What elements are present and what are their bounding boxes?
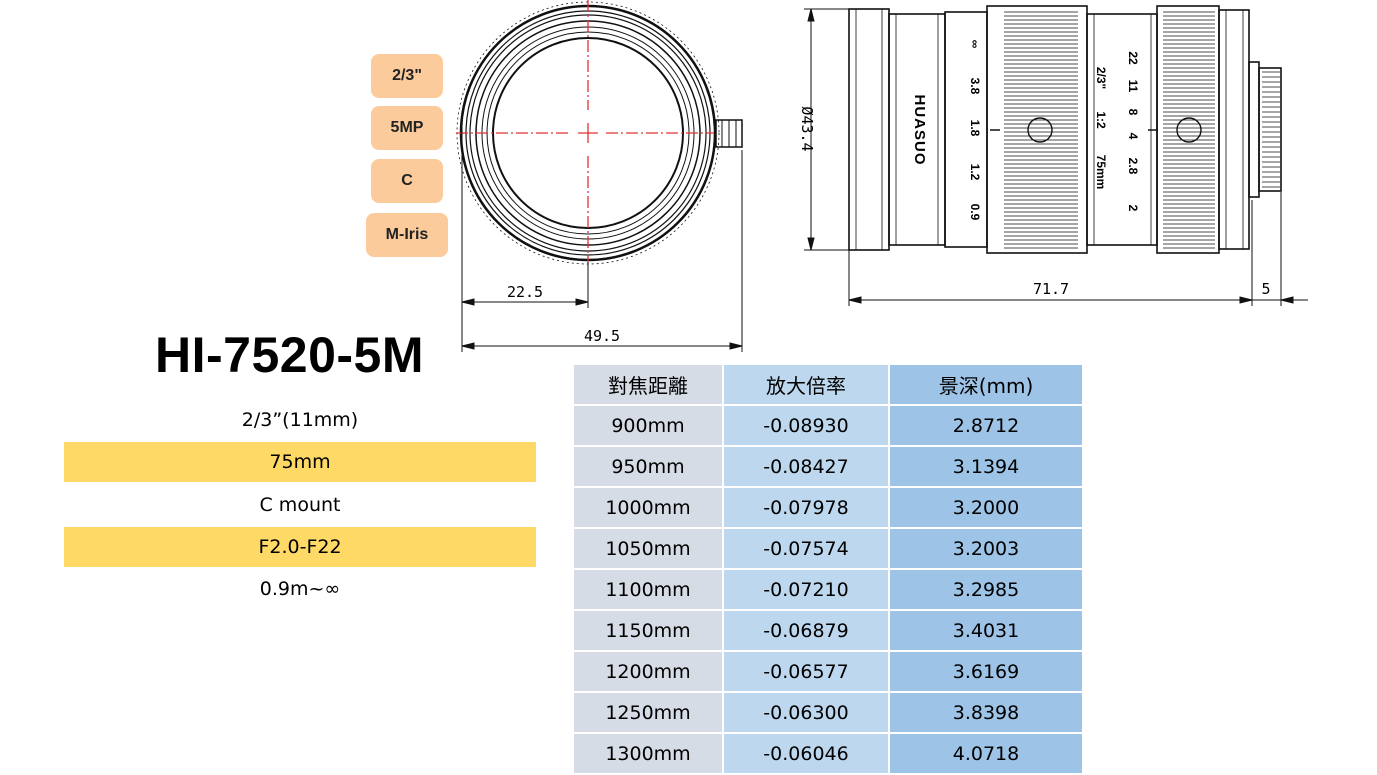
cell-magnification: -0.07210	[724, 570, 888, 609]
model-title: HI-7520-5M	[155, 327, 424, 383]
focus-scale-mark: 0.9	[968, 204, 982, 221]
aperture-scale-mark: 11	[1126, 80, 1140, 93]
spec-mount: C mount	[259, 494, 341, 516]
focus-scale-mark: 1.8	[968, 120, 982, 137]
table-row: 1100mm -0.07210 3.2985	[574, 570, 1082, 609]
aperture-scale-mark: 2.8	[1126, 158, 1140, 175]
cell-depth-of-field: 3.2003	[890, 529, 1082, 568]
tag-resolution: 5MP	[371, 106, 443, 150]
focus-scale-mark: ∞	[968, 40, 982, 49]
table-row: 1250mm -0.06300 3.8398	[574, 693, 1082, 732]
cell-depth-of-field: 3.4031	[890, 611, 1082, 650]
table-row: 900mm -0.08930 2.8712	[574, 406, 1082, 445]
focal-length-label: 75mm	[1094, 155, 1108, 190]
spec-focus-range: 0.9m~∞	[259, 578, 341, 600]
header-focus-distance: 對焦距離	[574, 365, 722, 404]
table-row: 1200mm -0.06577 3.6169	[574, 652, 1082, 691]
aperture-scale-mark: 2	[1126, 205, 1140, 212]
cell-depth-of-field: 3.6169	[890, 652, 1082, 691]
cell-depth-of-field: 4.0718	[890, 734, 1082, 773]
spec-focal-length: 75mm	[64, 442, 536, 482]
cell-focus-distance: 1050mm	[574, 529, 722, 568]
cell-magnification: -0.06300	[724, 693, 888, 732]
focus-scale-mark: 3.8	[968, 78, 982, 95]
cell-focus-distance: 1200mm	[574, 652, 722, 691]
cell-focus-distance: 1250mm	[574, 693, 722, 732]
tag-iris: M-Iris	[366, 213, 448, 257]
cell-depth-of-field: 3.1394	[890, 447, 1082, 486]
tag-mount: C	[371, 159, 443, 203]
cell-magnification: -0.07978	[724, 488, 888, 527]
cell-magnification: -0.06577	[724, 652, 888, 691]
cell-focus-distance: 1100mm	[574, 570, 722, 609]
table-row: 1150mm -0.06879 3.4031	[574, 611, 1082, 650]
cell-focus-distance: 1150mm	[574, 611, 722, 650]
cell-focus-distance: 1300mm	[574, 734, 722, 773]
table-row: 1050mm -0.07574 3.2003	[574, 529, 1082, 568]
sensor-label: 2/3"	[1094, 67, 1108, 89]
cell-depth-of-field: 3.2985	[890, 570, 1082, 609]
ratio-label: 1:2	[1094, 111, 1108, 129]
side-dim-diameter: Ø43.4	[798, 106, 816, 151]
spec-sensor-format: 2/3”(11mm)	[241, 409, 359, 431]
cell-magnification: -0.06879	[724, 611, 888, 650]
brand-logo: HUASUO	[911, 94, 928, 165]
cell-focus-distance: 950mm	[574, 447, 722, 486]
aperture-scale-mark: 4	[1126, 133, 1140, 140]
cell-magnification: -0.06046	[724, 734, 888, 773]
aperture-scale-mark: 8	[1126, 109, 1140, 116]
cell-magnification: -0.07574	[724, 529, 888, 568]
table-row: 1000mm -0.07978 3.2000	[574, 488, 1082, 527]
table-row: 950mm -0.08427 3.1394	[574, 447, 1082, 486]
tag-sensor-size: 2/3"	[371, 54, 443, 98]
table-row: 1300mm -0.06046 4.0718	[574, 734, 1082, 773]
table-header-row: 對焦距離 放大倍率 景深(mm)	[574, 365, 1082, 404]
aperture-scale-mark: 22	[1126, 51, 1140, 65]
header-depth-of-field: 景深(mm)	[890, 365, 1082, 404]
cell-depth-of-field: 2.8712	[890, 406, 1082, 445]
depth-of-field-table: 對焦距離 放大倍率 景深(mm) 900mm -0.08930 2.8712 950m…	[572, 363, 1084, 775]
cell-depth-of-field: 3.8398	[890, 693, 1082, 732]
cell-magnification: -0.08930	[724, 406, 888, 445]
spec-aperture: F2.0-F22	[64, 527, 536, 567]
side-dim-flange: 5	[1261, 280, 1270, 298]
cell-depth-of-field: 3.2000	[890, 488, 1082, 527]
focus-scale-mark: 1.2	[968, 164, 982, 181]
side-dim-length: 71.7	[1033, 280, 1069, 298]
cell-focus-distance: 900mm	[574, 406, 722, 445]
header-magnification: 放大倍率	[724, 365, 888, 404]
cell-focus-distance: 1000mm	[574, 488, 722, 527]
cell-magnification: -0.08427	[724, 447, 888, 486]
